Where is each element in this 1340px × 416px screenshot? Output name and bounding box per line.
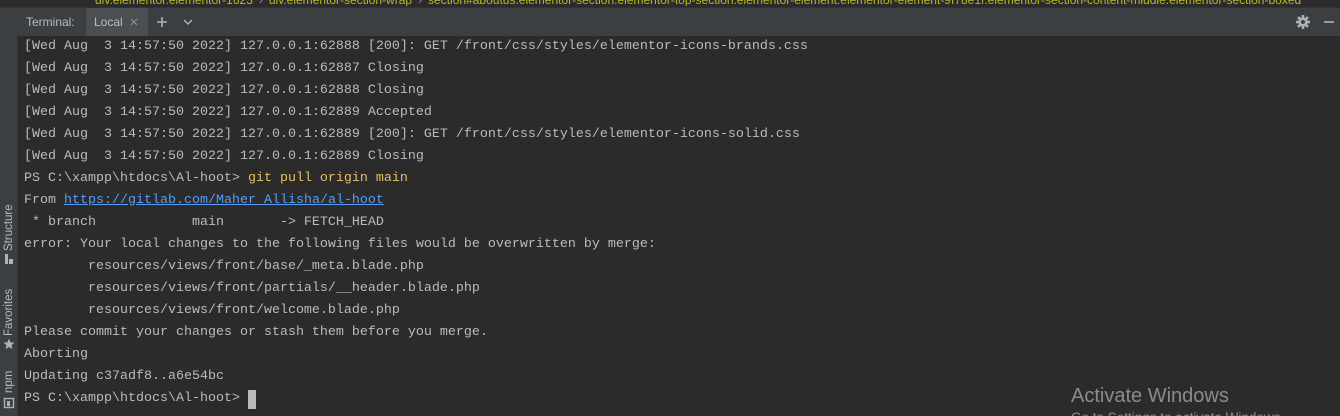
shell-prompt: PS C:\xampp\htdocs\Al-hoot> — [24, 391, 248, 406]
activation-watermark-title: Activate Windows — [1071, 385, 1229, 407]
chevron-down-icon[interactable] — [182, 16, 194, 28]
terminal-line: [Wed Aug 3 14:57:50 2022] 127.0.0.1:6288… — [24, 39, 808, 54]
gear-icon[interactable] — [1296, 15, 1310, 29]
command-text: git pull origin main — [247, 171, 408, 186]
terminal-line: [Wed Aug 3 14:57:50 2022] 127.0.0.1:6288… — [24, 149, 424, 164]
terminal-line: Aborting — [24, 347, 88, 362]
terminal-line: [Wed Aug 3 14:57:50 2022] 127.0.0.1:6288… — [24, 83, 424, 98]
from-label: From — [24, 193, 64, 208]
sidebar-item-favorites[interactable]: Favorites — [3, 285, 15, 336]
star-icon[interactable] — [3, 338, 15, 350]
minimize-icon[interactable] — [1323, 16, 1335, 28]
terminal-line: resources/views/front/base/_meta.blade.p… — [24, 259, 424, 274]
terminal-line: resources/views/front/welcome.blade.php — [24, 303, 400, 318]
ide-window: div.elementor.elementor-1623 › div.eleme… — [0, 0, 1340, 416]
breadcrumb-separator: › — [412, 0, 428, 6]
terminal-line: * branch main -> FETCH_HEAD — [24, 215, 384, 230]
shell-prompt: PS C:\xampp\htdocs\Al-hoot> — [24, 171, 248, 186]
terminal-line: [Wed Aug 3 14:57:50 2022] 127.0.0.1:6288… — [24, 61, 424, 76]
text-cursor — [247, 390, 256, 409]
tab-label: Local — [94, 15, 123, 29]
terminal-line: Please commit your changes or stash them… — [24, 325, 488, 340]
plus-icon[interactable] — [156, 16, 168, 28]
activation-watermark-subtitle: Go to Settings to activate Windows. — [1071, 410, 1321, 416]
sidebar-item-npm[interactable]: npm — [3, 366, 15, 393]
terminal-line: [Wed Aug 3 14:57:50 2022] 127.0.0.1:6288… — [24, 127, 800, 142]
breadcrumb-separator: › — [253, 0, 269, 6]
toolwindow-title: Terminal: — [26, 15, 75, 29]
terminal-line: [Wed Aug 3 14:57:50 2022] 127.0.0.1:6288… — [24, 105, 432, 120]
close-icon[interactable] — [130, 18, 138, 26]
npm-icon[interactable] — [3, 397, 15, 409]
breadcrumb-item[interactable]: section#aboutus.elementor-section.elemen… — [428, 0, 1340, 6]
tab-local[interactable]: Local — [86, 8, 148, 36]
terminal-toolwindow-header: Terminal: Local — [0, 7, 1340, 36]
terminal-line: From https://gitlab.com/Maher_Allisha/al… — [24, 190, 1340, 212]
terminal-output[interactable]: [Wed Aug 3 14:57:50 2022] 127.0.0.1:6288… — [18, 36, 1340, 416]
breadcrumb: div.elementor.elementor-1623 › div.eleme… — [0, 0, 1340, 6]
repository-link[interactable]: https://gitlab.com/Maher_Allisha/al-hoot — [64, 193, 384, 208]
sidebar-item-structure[interactable]: Structure — [3, 200, 15, 251]
breadcrumb-item[interactable]: div.elementor-section-wrap — [269, 0, 412, 6]
terminal-line: resources/views/front/partials/__header.… — [24, 281, 480, 296]
terminal-line: PS C:\xampp\htdocs\Al-hoot> git pull ori… — [24, 168, 1340, 190]
left-tool-stripe: Structure Favorites npm — [0, 36, 18, 416]
terminal-line: error: Your local changes to the followi… — [24, 237, 656, 252]
structure-icon[interactable] — [3, 253, 15, 265]
breadcrumb-item[interactable]: div.elementor.elementor-1623 — [95, 0, 253, 6]
